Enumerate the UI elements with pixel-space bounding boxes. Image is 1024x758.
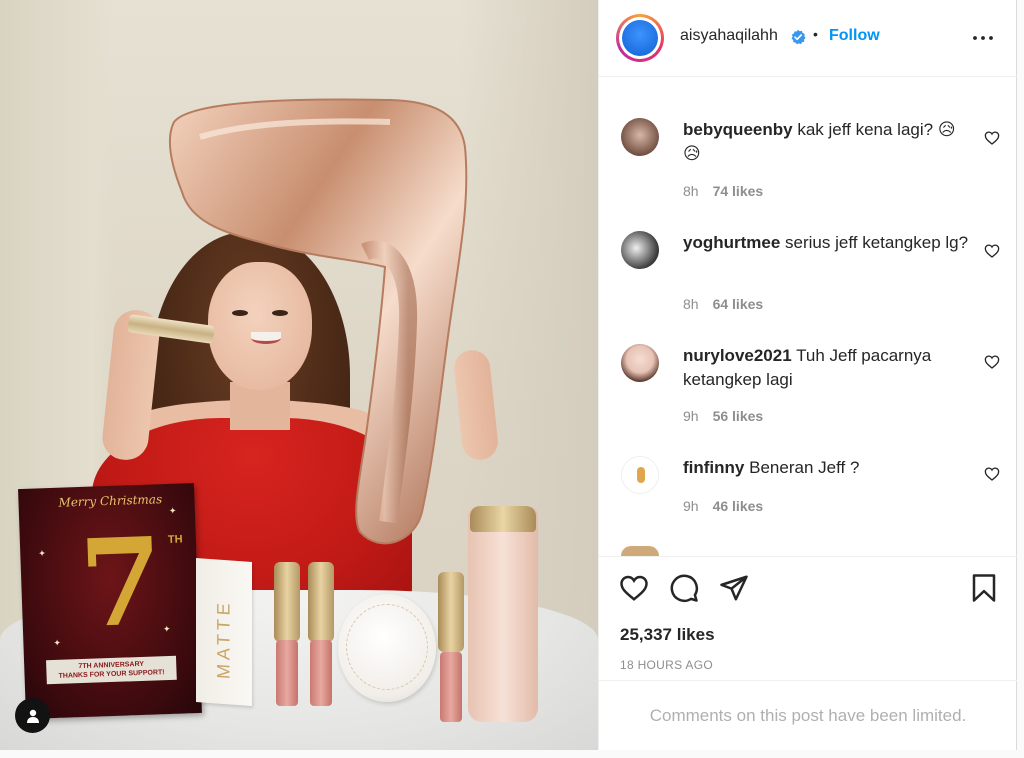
comment-meta: 9h 56 likes <box>683 408 763 424</box>
comment-username[interactable]: finfinny <box>683 458 744 477</box>
lip-tube <box>274 562 300 706</box>
comments-list[interactable]: ▬ ▬▬▬ bebyqueenby kak jeff kena lagi? 😥 … <box>599 78 1017 556</box>
share-icon[interactable] <box>719 573 749 603</box>
heart-icon[interactable] <box>984 466 1000 482</box>
lip-tube-body <box>440 652 462 722</box>
author-avatar[interactable] <box>616 14 664 62</box>
author-username[interactable]: aisyahaqilahh <box>680 27 778 45</box>
likes-count[interactable]: 25,337 likes <box>620 625 715 645</box>
comment-likes[interactable]: 64 likes <box>713 296 764 312</box>
post-side-panel: aisyahaqilahh • Follow ▬ ▬▬▬ bebyqueenby… <box>598 0 1017 750</box>
card-number: 7 <box>76 511 166 656</box>
comment-meta: 9h 46 likes <box>683 498 763 514</box>
comment-likes[interactable]: 74 likes <box>713 183 764 199</box>
comment-age: 9h <box>683 498 699 514</box>
user-tag-icon <box>26 709 39 723</box>
lip-tube-cap <box>438 572 464 652</box>
cushion-compact-ring <box>346 604 428 690</box>
author-avatar-image <box>622 20 658 56</box>
balloon-seven-icon <box>168 98 468 545</box>
bookmark-icon[interactable] <box>969 573 999 603</box>
comment-likes[interactable]: 46 likes <box>713 498 764 514</box>
post-timestamp[interactable]: 18 HOURS AGO <box>620 658 713 672</box>
next-comment-avatar-peek <box>621 546 659 556</box>
matte-box-text: MATTE <box>213 598 234 680</box>
comment-age: 9h <box>683 408 699 424</box>
previous-comment-meta-cutoff: ▬ ▬▬▬ <box>749 78 805 81</box>
serum-bottle <box>468 506 538 722</box>
card-star-icon: ✦ <box>168 505 177 516</box>
lip-tube-body <box>276 640 298 706</box>
follow-button[interactable]: Follow <box>829 27 880 45</box>
serum-bottle-cap <box>470 506 536 532</box>
user-tag-button[interactable] <box>15 698 50 733</box>
like-heart-icon[interactable] <box>619 573 649 603</box>
comment-text: Beneran Jeff ? <box>749 458 860 477</box>
lip-tube-cap <box>274 562 300 642</box>
comment-username[interactable]: nurylove2021 <box>683 346 792 365</box>
comment-body: finfinny Beneran Jeff ? <box>683 456 973 480</box>
verified-badge-icon <box>791 29 806 45</box>
post-header: aisyahaqilahh • Follow <box>599 0 1017 77</box>
author-avatar-border <box>619 17 661 59</box>
comment-username[interactable]: yoghurtmee <box>683 233 780 252</box>
comment-body: yoghurtmee serius jeff ketangkep lg? <box>683 231 973 255</box>
lip-tube <box>438 572 464 722</box>
comment-avatar[interactable] <box>621 344 659 382</box>
card-banner: 7TH ANNIVERSARY THANKS FOR YOUR SUPPORT! <box>46 655 177 685</box>
comment-icon[interactable] <box>669 573 699 603</box>
comment-age: 8h <box>683 183 699 199</box>
card-th: TH <box>167 533 183 546</box>
comment-avatar-figure <box>637 467 645 483</box>
lip-tube-cap <box>308 562 334 642</box>
comment-likes[interactable]: 56 likes <box>713 408 764 424</box>
comment-meta: 8h 74 likes <box>683 183 763 199</box>
comment-avatar[interactable] <box>621 231 659 269</box>
lip-tube-body <box>310 640 332 706</box>
comment-text: serius jeff ketangkep lg? <box>785 233 969 252</box>
header-separator: • <box>813 26 818 42</box>
comment-age: 8h <box>683 296 699 312</box>
page-bottom-strip <box>0 750 1024 758</box>
matte-box: MATTE <box>196 558 252 706</box>
card-star-icon: ✦ <box>162 623 171 635</box>
post-actions: 25,337 likes 18 HOURS AGO <box>599 556 1017 680</box>
post-photo[interactable]: Merry Christmas 7 TH 7TH ANNIVERSARY THA… <box>0 0 598 750</box>
card-star-icon: ✦ <box>53 637 62 648</box>
card-script-text: Merry Christmas <box>58 492 163 510</box>
comment-avatar[interactable] <box>621 118 659 156</box>
comments-limited-notice: Comments on this post have been limited. <box>599 680 1017 750</box>
comment-body: bebyqueenby kak jeff kena lagi? 😥 😥 <box>683 118 973 166</box>
anniversary-card: Merry Christmas 7 TH 7TH ANNIVERSARY THA… <box>18 482 202 720</box>
heart-icon[interactable] <box>984 130 1000 146</box>
heart-icon[interactable] <box>984 243 1000 259</box>
comment-body: nurylove2021 Tuh Jeff pacarnya ketangkep… <box>683 344 973 392</box>
more-options-icon[interactable] <box>971 26 995 50</box>
lip-tube <box>308 562 334 706</box>
card-star-icon: ✦ <box>38 548 47 559</box>
comment-username[interactable]: bebyqueenby <box>683 120 793 139</box>
comment-avatar[interactable] <box>621 456 659 494</box>
comment-meta: 8h 64 likes <box>683 296 763 312</box>
heart-icon[interactable] <box>984 354 1000 370</box>
